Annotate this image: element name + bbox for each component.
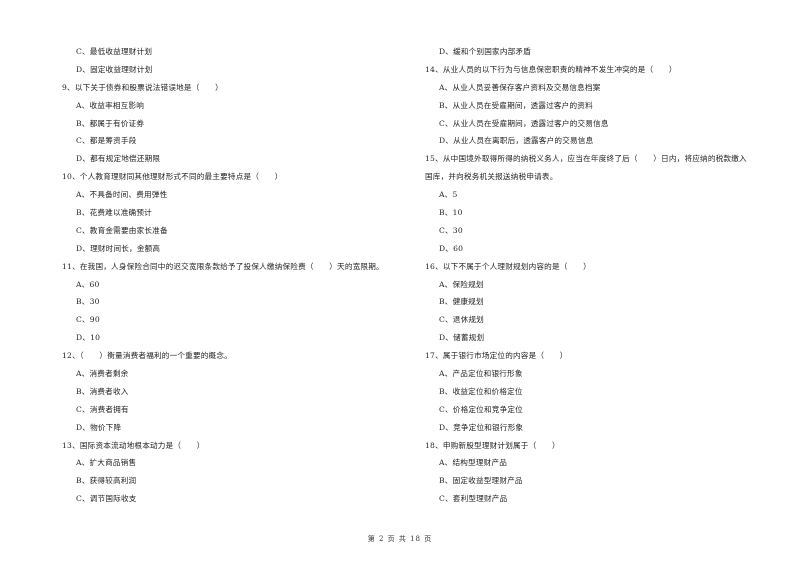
answer-option: D、缓和个别国家内部矛盾 [439, 47, 532, 56]
page-number-footer: 第 2 页 共 18 页 [367, 535, 433, 543]
question-text: 13、国际资本流动地根本动力是（ ） [62, 440, 205, 450]
answer-option: B、都属于有价证券 [76, 118, 145, 128]
answer-option: A、不具备时间、费用弹性 [76, 190, 168, 200]
answer-option: B、消费者收入 [76, 386, 129, 396]
answer-option: A、收益率相互影响 [76, 100, 145, 110]
answer-option: B、收益定位和价格定位 [439, 386, 523, 396]
answer-option: B、健康规划 [439, 297, 484, 307]
question-text: 10、个人教育理财同其他理财形式不同的最主要特点是（ ） [62, 172, 283, 182]
right-column: D、缓和个别国家内部矛盾 14、从业人员的以下行为与信息保密职责的精神不发生冲突的… [425, 43, 775, 508]
answer-option: A、60 [76, 279, 100, 289]
answer-option: C、调节国际收支 [76, 494, 137, 504]
answer-option: A、结构型理财产品 [439, 458, 508, 468]
answer-option: D、从业人员在离职后，透露客户的交易信息 [439, 136, 594, 146]
question-text: 12、（ ）衡量消费者福利的一个重要的概念。 [62, 351, 232, 361]
answer-option: D、储蓄规划 [439, 333, 485, 343]
question-text: 11、在我国，人身保险合同中的迟交宽限条款给予了投保人缴纳保险费（ ）天的宽限期… [62, 261, 384, 271]
answer-option: B、10 [439, 208, 463, 218]
question-text: 16、以下不属于个人理财规划内容的是（ ） [425, 261, 591, 271]
answer-option: C、90 [76, 315, 100, 325]
answer-option: B、花费难以准确预计 [76, 208, 152, 218]
answer-option: A、5 [439, 190, 458, 200]
answer-option: A、消费者剩余 [76, 369, 129, 379]
answer-option: C、价格定位和竞争定位 [439, 404, 523, 414]
answer-option: D、物价下降 [76, 422, 122, 432]
answer-option: D、理财时间长，金额高 [76, 243, 161, 253]
answer-option: D、竞争定位和银行形象 [439, 422, 524, 432]
answer-option: D、60 [439, 243, 464, 253]
answer-option: B、获得较高利润 [76, 476, 137, 486]
answer-option: B、30 [76, 297, 100, 307]
question-text: 国库，并向税务机关报送纳税申请表。 [425, 172, 558, 182]
answer-option: A、从业人员妥善保存客户资料及交易信息档案 [439, 82, 601, 92]
answer-option: C、30 [439, 225, 463, 235]
question-text: 9、以下关于债券和股票说法错误地是（ ） [62, 82, 223, 92]
answer-option: C、教育金需要由家长准备 [76, 225, 168, 235]
answer-option: D、固定收益理财计划 [76, 64, 153, 74]
question-text: 15、从中国境外取得所得的纳税义务人，应当在年度终了后（ ）日内，将应纳的税款缴… [425, 154, 747, 164]
answer-option: C、最低收益理财计划 [76, 47, 153, 56]
answer-option: B、从业人员在受雇期间，透露过客户的资料 [439, 100, 593, 110]
answer-option: B、固定收益型理财产品 [439, 476, 523, 486]
answer-option: A、产品定位和银行形象 [439, 369, 523, 379]
question-text: 17、属于银行市场定位的内容是（ ） [425, 351, 568, 361]
answer-option: A、扩大商品销售 [76, 458, 137, 468]
answer-option: D、10 [76, 333, 101, 343]
answer-option: C、退休规划 [439, 315, 484, 325]
answer-option: C、从业人员在受雇期间，透露过客户的交易信息 [439, 118, 609, 128]
answer-option: D、都有规定地偿还期限 [76, 154, 161, 164]
answer-option: C、套利型理财产品 [439, 494, 508, 504]
answer-option: A、保险规划 [439, 279, 484, 289]
left-column: C、最低收益理财计划 D、固定收益理财计划 9、以下关于债券和股票说法错误地是（ ）… [62, 43, 402, 508]
answer-option: C、消费者拥有 [76, 404, 129, 414]
question-text: 18、申购新股型理财计划属于（ ） [425, 440, 560, 450]
question-text: 14、从业人员的以下行为与信息保密职责的精神不发生冲突的是（ ） [425, 64, 677, 74]
answer-option: C、都是筹资手段 [76, 136, 137, 146]
